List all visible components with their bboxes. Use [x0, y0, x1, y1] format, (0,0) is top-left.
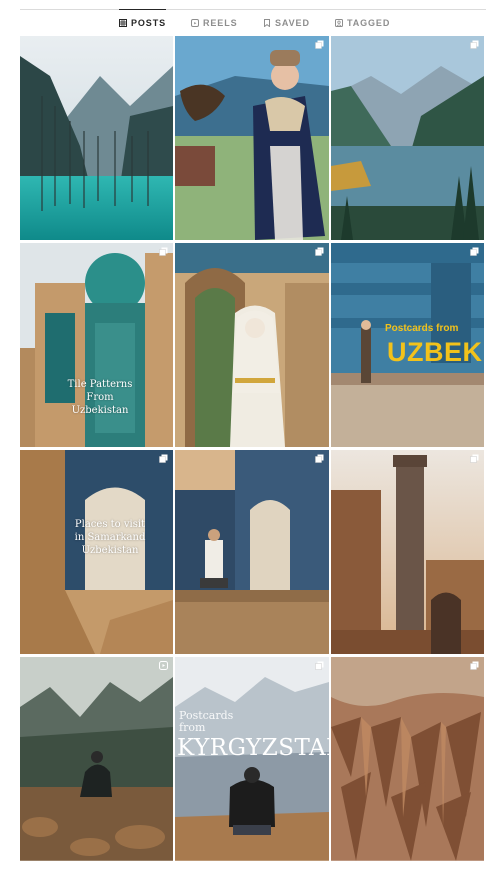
scroll-fade — [0, 860, 504, 870]
profile-tabs: POSTS REELS SAVED TAGGED — [0, 9, 504, 36]
tab-tagged-label: TAGGED — [347, 18, 391, 28]
post-thumbnail[interactable] — [175, 36, 329, 240]
posts-grid: Tile Patterns From Uzbekistan Postcards … — [20, 36, 484, 861]
post-image — [331, 657, 484, 861]
post-thumbnail[interactable] — [331, 450, 484, 654]
carousel-icon — [470, 661, 479, 670]
post-thumbnail[interactable]: Tile Patterns From Uzbekistan — [20, 243, 173, 447]
carousel-icon — [159, 454, 168, 463]
post-image — [175, 450, 329, 654]
reels-icon — [191, 19, 199, 27]
post-image — [20, 657, 173, 861]
post-caption-overlay-big: UZBEKIS — [387, 337, 484, 367]
post-thumbnail[interactable] — [175, 243, 329, 447]
post-thumbnail[interactable] — [175, 450, 329, 654]
carousel-icon — [315, 661, 324, 670]
post-image — [175, 243, 329, 447]
post-caption-overlay-small: Postcards from — [385, 323, 459, 334]
tab-reels[interactable]: REELS — [191, 10, 238, 36]
post-image — [20, 36, 173, 240]
post-image — [175, 36, 329, 240]
carousel-icon — [315, 40, 324, 49]
tab-posts[interactable]: POSTS — [119, 9, 167, 36]
post-thumbnail[interactable] — [331, 36, 484, 240]
tab-posts-label: POSTS — [131, 18, 167, 28]
post-thumbnail[interactable]: Postcards from UZBEKIS — [331, 243, 484, 447]
carousel-icon — [470, 40, 479, 49]
tab-saved-label: SAVED — [275, 18, 310, 28]
tab-saved[interactable]: SAVED — [263, 10, 310, 36]
post-image — [331, 36, 484, 240]
post-caption-overlay-small: Postcards from — [179, 709, 234, 734]
post-caption-overlay: Tile Patterns From Uzbekistan — [67, 379, 133, 416]
post-thumbnail[interactable] — [20, 657, 173, 861]
post-thumbnail[interactable]: Postcards from KYRGYZSTAN — [175, 657, 329, 861]
post-thumbnail[interactable] — [20, 36, 173, 240]
post-caption-overlay-big: KYRGYZSTAN — [177, 735, 329, 761]
post-caption-overlay: Places to visit in Samarkand Uzbekistan — [74, 519, 146, 556]
bookmark-icon — [264, 19, 270, 27]
carousel-icon — [470, 247, 479, 256]
post-image — [331, 450, 484, 654]
tab-reels-label: REELS — [203, 18, 238, 28]
reels-icon — [159, 661, 168, 670]
tab-tagged[interactable]: TAGGED — [335, 10, 390, 36]
carousel-icon — [315, 247, 324, 256]
post-thumbnail[interactable] — [331, 657, 484, 861]
carousel-icon — [315, 454, 324, 463]
grid-icon — [119, 19, 127, 27]
post-thumbnail[interactable]: Places to visit in Samarkand Uzbekistan — [20, 450, 173, 654]
carousel-icon — [470, 454, 479, 463]
carousel-icon — [159, 247, 168, 256]
tag-icon — [335, 19, 343, 27]
